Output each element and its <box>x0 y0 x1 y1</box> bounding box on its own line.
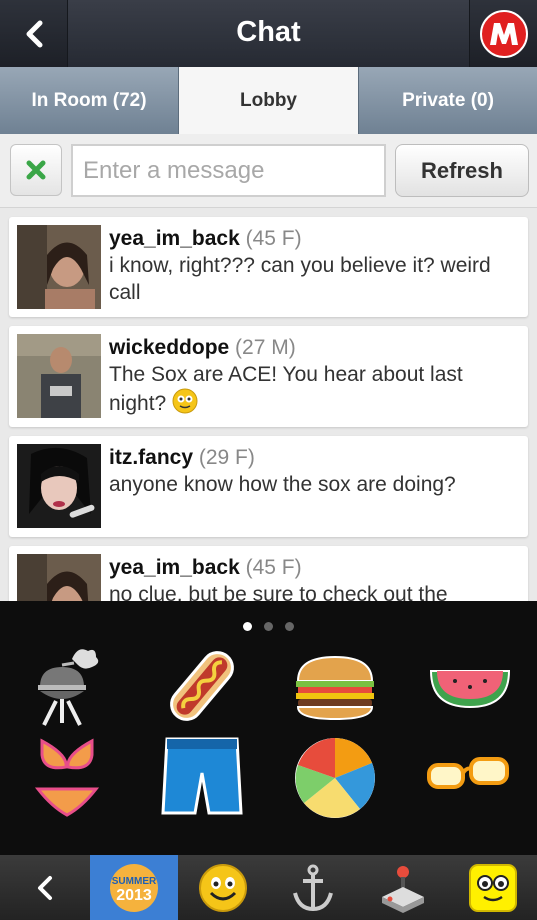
avatar[interactable] <box>17 334 101 418</box>
tab-in-room[interactable]: In Room (72) <box>0 67 179 134</box>
tray-back-button[interactable] <box>0 855 90 920</box>
tray-item-yellow-face[interactable] <box>448 855 537 920</box>
tray-item-joystick[interactable] <box>358 855 448 920</box>
bikini-icon[interactable] <box>22 733 112 823</box>
watermelon-icon[interactable] <box>425 641 515 731</box>
message-list[interactable]: yea_im_back (45 F) i know, right??? can … <box>0 208 537 601</box>
page-dot[interactable] <box>243 622 252 631</box>
hot-dog-icon[interactable] <box>157 641 247 731</box>
chevron-left-icon <box>26 20 42 47</box>
tray-item-summer-2013[interactable]: SUMMER 2013 <box>90 855 178 920</box>
message-input[interactable] <box>71 144 386 197</box>
emoji-icon <box>172 388 198 414</box>
clear-button[interactable] <box>10 144 62 196</box>
page-dot[interactable] <box>285 622 294 631</box>
tab-lobby[interactable]: Lobby <box>179 67 358 134</box>
chat-tabs: In Room (72) Lobby Private (0) <box>0 67 537 134</box>
message-text: anyone know how the sox are doing? <box>109 473 456 496</box>
user-meta: (45 F) <box>245 227 302 250</box>
close-x-icon <box>26 160 46 180</box>
anchor-icon <box>293 864 333 911</box>
beach-ball-icon[interactable] <box>290 733 380 823</box>
back-button[interactable] <box>0 0 68 67</box>
avatar[interactable] <box>17 444 101 528</box>
chevron-left-icon <box>38 875 52 900</box>
year-label: 2013 <box>116 887 152 904</box>
avatar[interactable] <box>17 554 101 601</box>
page-dot[interactable] <box>264 622 273 631</box>
burger-icon[interactable] <box>290 641 380 731</box>
list-item[interactable]: yea_im_back (45 F) no clue, but be sure … <box>9 546 528 601</box>
list-item[interactable]: itz.fancy (29 F) anyone know how the sox… <box>9 436 528 537</box>
avatar[interactable] <box>17 225 101 309</box>
refresh-button[interactable]: Refresh <box>395 144 529 197</box>
user-meta: (27 M) <box>235 336 296 359</box>
message-text: The Sox are ACE! You hear about last nig… <box>109 363 463 415</box>
list-item[interactable]: yea_im_back (45 F) i know, right??? can … <box>9 217 528 317</box>
summer-2013-icon: SUMMER 2013 <box>110 863 158 912</box>
sticker-panel <box>0 601 537 855</box>
user-meta: (45 F) <box>245 556 302 579</box>
sunglasses-icon[interactable] <box>425 733 515 823</box>
sticker-category-tray: SUMMER 2013 <box>0 855 537 920</box>
message-content: yea_im_back (45 F) i know, right??? can … <box>109 225 518 306</box>
grill-icon[interactable] <box>22 641 112 731</box>
tab-private[interactable]: Private (0) <box>358 67 537 134</box>
user-meta: (29 F) <box>198 446 255 469</box>
brand-m-logo-icon <box>479 9 528 58</box>
swim-shorts-icon[interactable] <box>157 733 247 823</box>
message-content: yea_im_back (45 F) no clue, but be sure … <box>109 554 518 601</box>
tray-item-anchor[interactable] <box>268 855 358 920</box>
page-indicator <box>0 618 537 636</box>
page-title: Chat <box>236 16 301 48</box>
message-content: wickeddope (27 M) The Sox are ACE! You h… <box>109 334 518 417</box>
username[interactable]: yea_im_back <box>109 227 240 250</box>
username[interactable]: itz.fancy <box>109 446 193 469</box>
yellow-face-icon <box>468 863 517 912</box>
message-text: i know, right??? can you believe it? wei… <box>109 254 491 304</box>
message-text: no clue, but be sure to check out the <box>109 583 448 601</box>
app-header: Chat <box>0 0 537 67</box>
tray-item-smiley[interactable] <box>178 855 268 920</box>
app-logo-button[interactable] <box>469 0 537 67</box>
message-content: itz.fancy (29 F) anyone know how the sox… <box>109 444 518 498</box>
smiley-icon <box>199 863 247 912</box>
username[interactable]: yea_im_back <box>109 556 240 579</box>
joystick-icon <box>382 865 424 913</box>
summer-label: SUMMER <box>112 876 157 887</box>
list-item[interactable]: wickeddope (27 M) The Sox are ACE! You h… <box>9 326 528 427</box>
message-input-bar: Refresh <box>0 134 537 208</box>
username[interactable]: wickeddope <box>109 336 229 359</box>
